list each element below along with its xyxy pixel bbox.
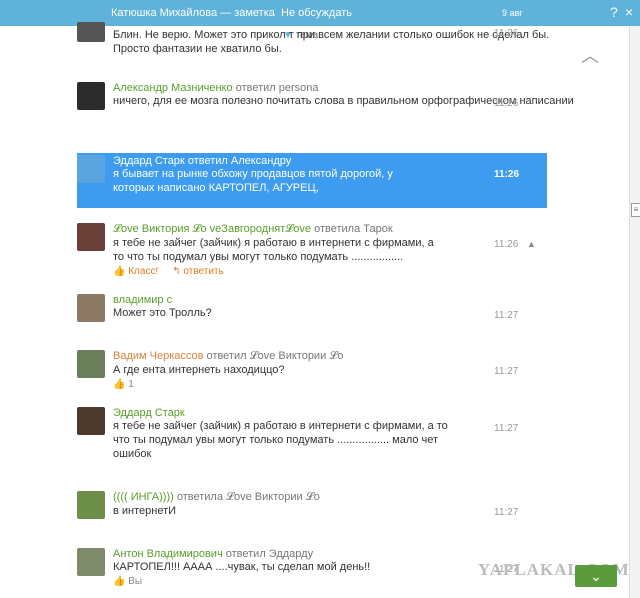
comment-time: 11:27 <box>494 423 519 434</box>
comment-time: 11:27 <box>494 310 519 321</box>
avatar[interactable] <box>77 350 105 378</box>
comment-time: 11:27 <box>494 507 519 518</box>
avatar[interactable] <box>77 294 105 322</box>
comment-author[interactable]: Антон Владимирович <box>113 548 223 560</box>
reply-to[interactable]: ответил Александру <box>188 155 291 167</box>
help-icon[interactable]: ? <box>610 4 618 20</box>
avatar[interactable] <box>77 155 105 183</box>
like-count: Вы <box>128 576 143 587</box>
thumb-up-icon[interactable]: 👍 <box>113 576 125 587</box>
comment-time: 11:26 <box>494 239 519 250</box>
report-icon[interactable]: ▲ <box>527 239 536 249</box>
reply-to[interactable]: ответил Эддарду <box>226 548 313 560</box>
comment-time: 11:26 <box>494 98 519 109</box>
avatar[interactable] <box>77 407 105 435</box>
comment-text: я бывает на рынке обхожу продавцов пятой… <box>113 168 393 194</box>
comment-time: 11:26 <box>494 28 519 39</box>
avatar[interactable] <box>77 223 105 251</box>
reply-to[interactable]: ответил persona <box>236 82 319 94</box>
comment-time: 11:27 <box>494 366 519 377</box>
comment-author[interactable]: Александр Мазниченко <box>113 82 233 94</box>
comment-time: 11:26 <box>494 169 520 180</box>
comment-author[interactable]: Вадим Черкассов <box>113 350 203 362</box>
comment-text: я тебе не зайчег (зайчик) я работаю в ин… <box>113 237 434 263</box>
reply-to[interactable]: ответил 𝓛ove Виктории 𝓛o <box>207 350 344 362</box>
class-button[interactable]: 👍 Класс! <box>113 266 158 277</box>
close-icon[interactable]: × <box>625 4 633 20</box>
thumb-up-icon[interactable]: 👍 <box>113 379 125 390</box>
like-count: 1 <box>128 379 134 390</box>
comment-author[interactable]: 𝓛ove Виктория 𝓛o veЗавгороднят𝓛ove <box>113 223 311 235</box>
avatar[interactable] <box>77 548 105 576</box>
comment-author[interactable]: (((( ИНГА)))) <box>113 491 174 503</box>
comment-text: я тебе не зайчег (зайчик) я работаю в ин… <box>113 420 448 460</box>
comment-author[interactable]: владимир с <box>113 294 172 306</box>
avatar[interactable] <box>77 491 105 519</box>
comment-author[interactable]: Эддард Старк <box>113 407 185 419</box>
reply-to[interactable]: ответила Тарок <box>314 223 393 235</box>
scrollbar[interactable]: ≡ <box>629 26 640 598</box>
chevron-up-icon[interactable]: ︿ <box>581 42 599 68</box>
dont-discuss-link[interactable]: Не обсуждать <box>281 7 352 19</box>
reply-button[interactable]: ↰ ответить <box>172 266 223 277</box>
avatar[interactable] <box>77 22 105 42</box>
avatar[interactable] <box>77 82 105 110</box>
chevron-down-icon[interactable]: ⌄ <box>575 565 617 587</box>
comment-author[interactable]: Эддард Старк <box>113 155 185 167</box>
scrollbar-thumb[interactable]: ≡ <box>631 203 640 217</box>
window-title: Катюшка Михайлова — заметка <box>111 7 275 19</box>
date-label: 9 авг <box>502 8 523 18</box>
reply-to[interactable]: ответила 𝓛ove Виктории 𝓛o <box>177 491 320 503</box>
